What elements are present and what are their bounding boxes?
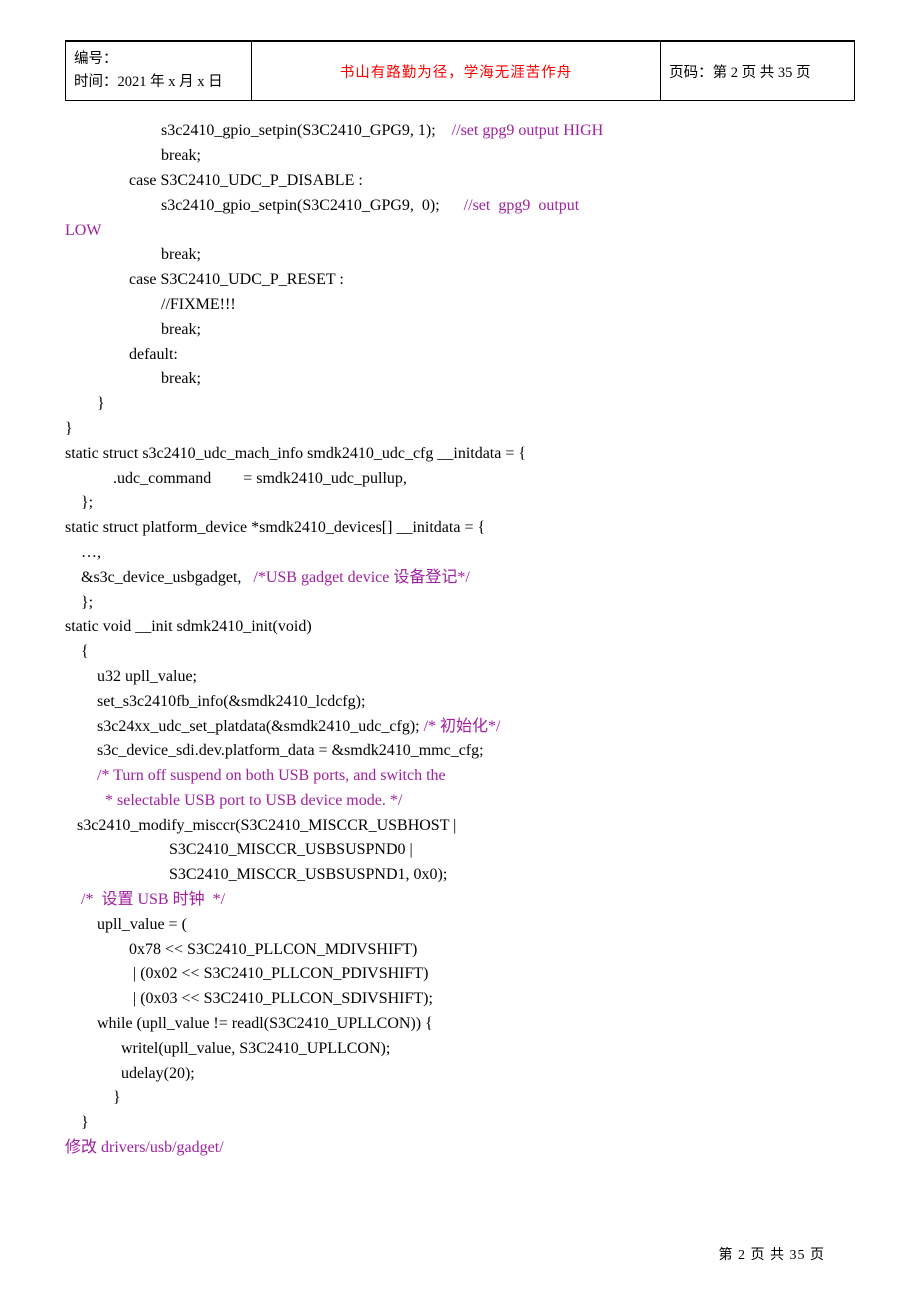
code-line: break; <box>65 321 201 338</box>
code-comment: /*USB gadget device 设备登记*/ <box>253 569 469 586</box>
code-block: s3c2410_gpio_setpin(S3C2410_GPG9, 1); //… <box>65 119 855 1160</box>
code-line: &s3c_device_usbgadget, <box>65 569 253 586</box>
code-line: set_s3c2410fb_info(&smdk2410_lcdcfg); <box>65 693 365 710</box>
code-line: s3c_device_sdi.dev.platform_data = &smdk… <box>65 742 484 759</box>
code-comment: LOW <box>65 222 101 239</box>
code-comment: * selectable USB port to USB device mode… <box>65 792 402 809</box>
header-row: 编号： 时间：2021 年 x 月 x 日 书山有路勤为径，学海无涯苦作舟 页码… <box>66 42 855 101</box>
header-page-label: 页码：第 2 页 共 35 页 <box>669 65 810 81</box>
code-line: } <box>65 1114 89 1131</box>
code-line: static struct platform_device *smdk2410_… <box>65 519 485 536</box>
code-line: { <box>65 643 89 660</box>
header-center-cell: 书山有路勤为径，学海无涯苦作舟 <box>251 42 660 101</box>
code-line: S3C2410_MISCCR_USBSUSPND0 | <box>65 841 413 858</box>
header-title: 书山有路勤为径，学海无涯苦作舟 <box>340 65 573 81</box>
code-line: static void __init sdmk2410_init(void) <box>65 618 312 635</box>
code-comment: //set gpg9 output HIGH <box>452 122 604 139</box>
code-line: } <box>65 395 105 412</box>
code-line: break; <box>65 370 201 387</box>
code-comment: //set gpg9 output <box>464 197 580 214</box>
code-line: break; <box>65 147 201 164</box>
code-line: .udc_command = smdk2410_udc_pullup, <box>65 470 407 487</box>
code-line: //FIXME!!! <box>65 296 236 313</box>
footer-page-number: 第 2 页 共 35 页 <box>719 1244 826 1264</box>
header-id-label: 编号： <box>74 51 118 67</box>
code-comment: /* 初始化*/ <box>424 718 501 735</box>
header-date-label: 时间：2021 年 x 月 x 日 <box>74 74 223 90</box>
code-line: udelay(20); <box>65 1065 195 1082</box>
code-line: …, <box>65 544 101 561</box>
code-line: upll_value = ( <box>65 916 187 933</box>
code-line: static struct s3c2410_udc_mach_info smdk… <box>65 445 526 462</box>
code-comment: /* 设置 USB 时钟 */ <box>65 891 225 908</box>
code-line: }; <box>65 594 93 611</box>
code-line: u32 upll_value; <box>65 668 197 685</box>
code-line: }; <box>65 494 93 511</box>
code-line: } <box>65 420 73 437</box>
code-line: case S3C2410_UDC_P_DISABLE : <box>65 172 363 189</box>
header-left-cell: 编号： 时间：2021 年 x 月 x 日 <box>66 42 252 101</box>
header-right-cell: 页码：第 2 页 共 35 页 <box>661 42 855 101</box>
code-line: break; <box>65 246 201 263</box>
page: 编号： 时间：2021 年 x 月 x 日 书山有路勤为径，学海无涯苦作舟 页码… <box>0 0 920 1302</box>
header-table: 编号： 时间：2021 年 x 月 x 日 书山有路勤为径，学海无涯苦作舟 页码… <box>65 41 855 101</box>
code-line: s3c2410_modify_misccr(S3C2410_MISCCR_USB… <box>65 817 456 834</box>
code-line: } <box>65 1089 121 1106</box>
code-line: s3c2410_gpio_setpin(S3C2410_GPG9, 0); <box>65 197 464 214</box>
code-line: case S3C2410_UDC_P_RESET : <box>65 271 344 288</box>
code-line: s3c24xx_udc_set_platdata(&smdk2410_udc_c… <box>65 718 424 735</box>
code-line: s3c2410_gpio_setpin(S3C2410_GPG9, 1); <box>65 122 452 139</box>
code-line: 0x78 << S3C2410_PLLCON_MDIVSHIFT) <box>65 941 417 958</box>
code-line: | (0x03 << S3C2410_PLLCON_SDIVSHIFT); <box>65 990 433 1007</box>
code-line: default: <box>65 346 178 363</box>
code-line: | (0x02 << S3C2410_PLLCON_PDIVSHIFT) <box>65 965 429 982</box>
code-line: S3C2410_MISCCR_USBSUSPND1, 0x0); <box>65 866 447 883</box>
code-comment: /* Turn off suspend on both USB ports, a… <box>65 767 446 784</box>
code-line: while (upll_value != readl(S3C2410_UPLLC… <box>65 1015 433 1032</box>
code-line: writel(upll_value, S3C2410_UPLLCON); <box>65 1040 390 1057</box>
code-modify-note: 修改 drivers/usb/gadget/ <box>65 1139 224 1156</box>
